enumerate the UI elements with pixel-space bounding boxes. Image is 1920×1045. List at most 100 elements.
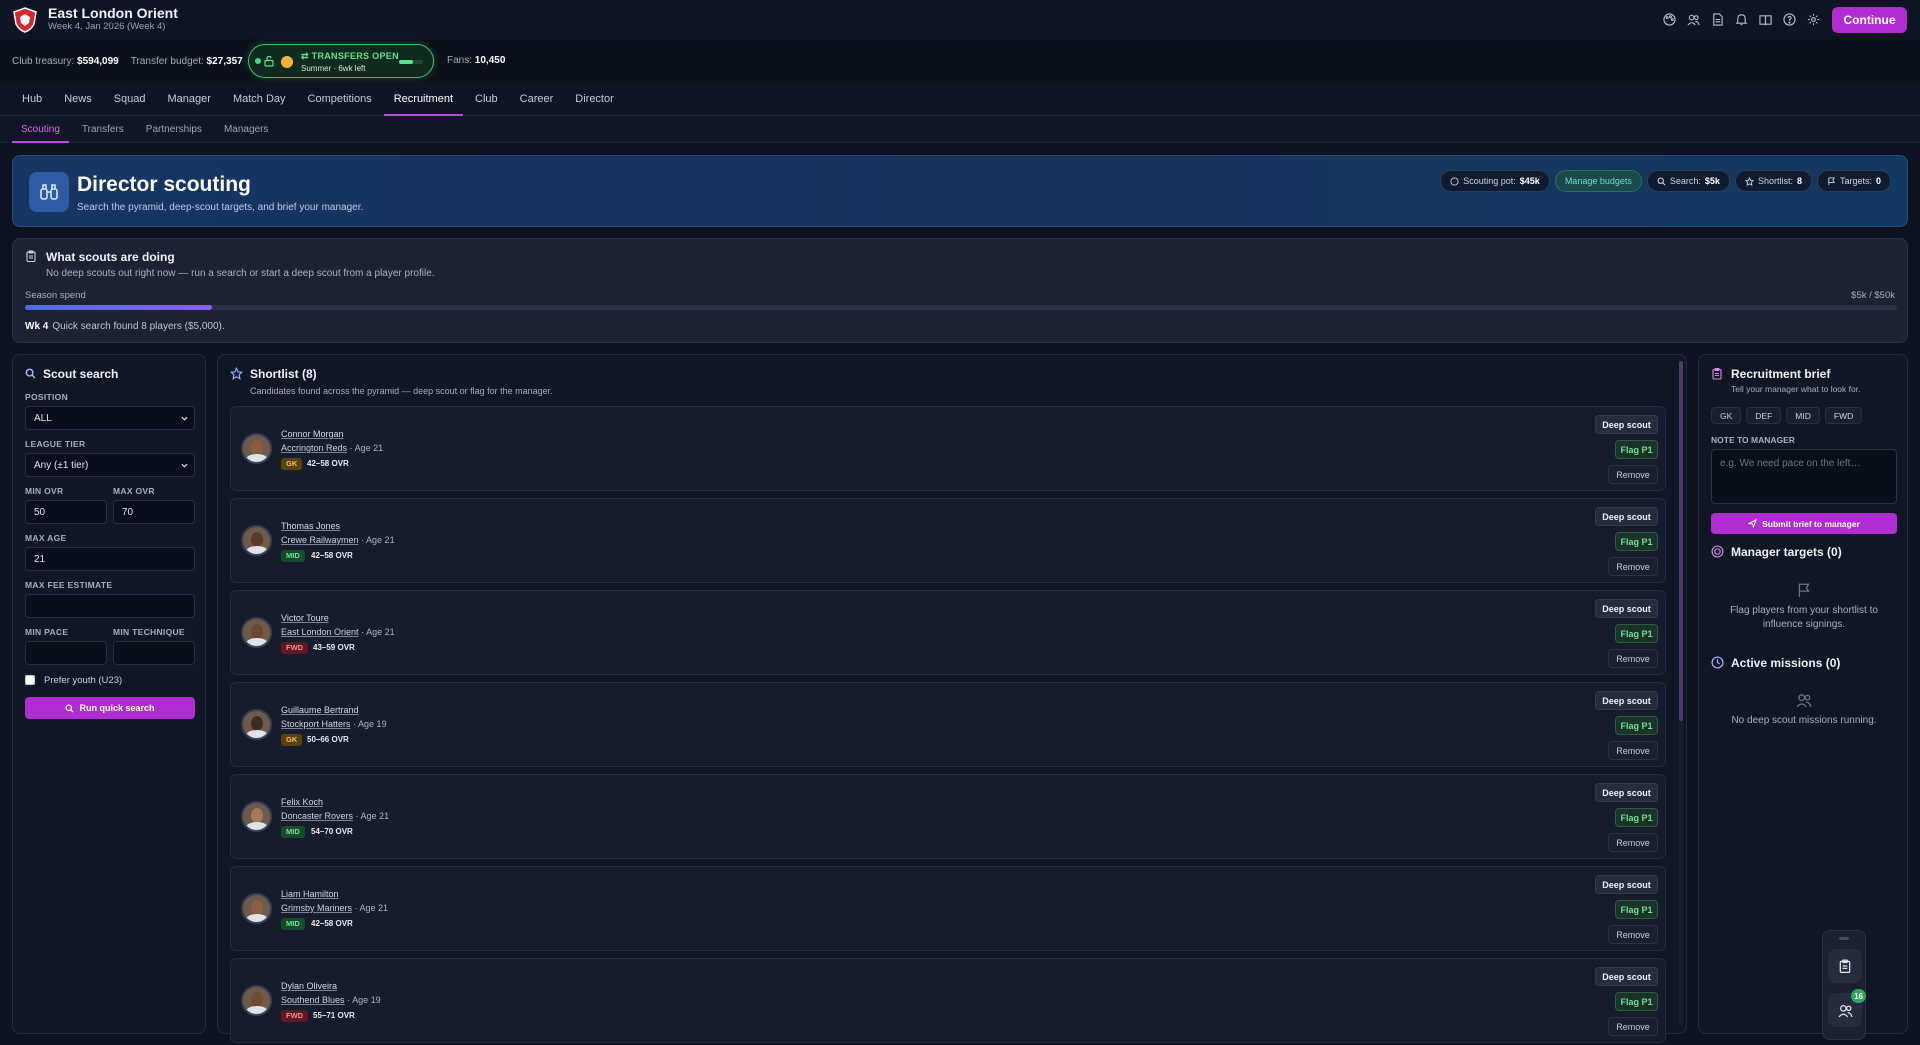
nav-item-hub[interactable]: Hub (12, 83, 52, 116)
run-quick-search-button[interactable]: Run quick search (25, 697, 195, 719)
remove-button[interactable]: Remove (1608, 741, 1658, 760)
max-age-input[interactable]: 21 (25, 547, 195, 571)
player-club-link[interactable]: Crewe Railwaymen (281, 535, 359, 545)
deep-scout-button[interactable]: Deep scout (1595, 875, 1658, 894)
min-ovr-input[interactable]: 50 (25, 500, 107, 524)
note-to-manager-input[interactable]: e.g. We need pace on the left… (1711, 449, 1897, 504)
nav-item-match-day[interactable]: Match Day (223, 83, 296, 116)
player-name-link[interactable]: Liam Hamilton (281, 889, 339, 899)
min-pace-input[interactable] (25, 641, 107, 665)
player-avatar[interactable] (241, 893, 272, 924)
max-fee-input[interactable] (25, 594, 195, 618)
scrollbar-thumb[interactable] (1679, 361, 1683, 721)
player-avatar[interactable] (241, 525, 272, 556)
treasury-label: Club treasury: (12, 55, 75, 67)
shortlist-scrollbar[interactable] (1679, 361, 1683, 1025)
submit-brief-button[interactable]: Submit brief to manager (1711, 513, 1897, 534)
nav-item-competitions[interactable]: Competitions (298, 83, 382, 116)
brief-position-gk[interactable]: GK (1711, 407, 1742, 424)
player-name-link[interactable]: Dylan Oliveira (281, 981, 337, 991)
player-name-link[interactable]: Thomas Jones (281, 521, 340, 531)
page-subtitle: Search the pyramid, deep-scout targets, … (77, 202, 364, 213)
shortlist-count-pill: Shortlist: 8 (1734, 170, 1812, 192)
nav-item-career[interactable]: Career (510, 83, 564, 116)
continue-button[interactable]: Continue (1832, 7, 1907, 33)
manage-budgets-button[interactable]: Manage budgets (1554, 170, 1642, 192)
position-select[interactable]: ALL (25, 406, 195, 430)
bell-icon[interactable] (1732, 10, 1750, 28)
league-tier-select[interactable]: Any (±1 tier) (25, 453, 195, 477)
flag-p1-button[interactable]: Flag P1 (1615, 532, 1658, 551)
flag-p1-button[interactable]: Flag P1 (1615, 808, 1658, 827)
min-technique-input[interactable] (113, 641, 195, 665)
remove-button[interactable]: Remove (1608, 649, 1658, 668)
player-club-link[interactable]: Stockport Hatters (281, 719, 351, 729)
nav-item-club[interactable]: Club (465, 83, 508, 116)
deep-scout-button[interactable]: Deep scout (1595, 507, 1658, 526)
player-card: Connor Morgan Accrington Reds · Age 21 GK 4… (230, 406, 1666, 491)
player-avatar[interactable] (241, 801, 272, 832)
nav-item-news[interactable]: News (54, 83, 102, 116)
remove-button[interactable]: Remove (1608, 465, 1658, 484)
avatar-body (245, 730, 269, 738)
player-club-link[interactable]: East London Orient (281, 627, 359, 637)
palette-icon[interactable] (1660, 10, 1678, 28)
player-avatar[interactable] (241, 617, 272, 648)
player-club-link[interactable]: Accrington Reds (281, 443, 347, 453)
drag-handle[interactable] (1839, 937, 1849, 940)
deep-scout-button[interactable]: Deep scout (1595, 415, 1658, 434)
flag-p1-button[interactable]: Flag P1 (1615, 992, 1658, 1011)
clipboard-icon (26, 250, 36, 262)
document-icon[interactable] (1708, 10, 1726, 28)
remove-button[interactable]: Remove (1608, 833, 1658, 852)
brief-position-mid[interactable]: MID (1786, 407, 1820, 424)
nav-item-manager[interactable]: Manager (158, 83, 221, 116)
brief-position-def[interactable]: DEF (1746, 407, 1782, 424)
min-technique-label: MIN TECHNIQUE (113, 627, 185, 637)
player-avatar[interactable] (241, 433, 272, 464)
position-badge: MID (281, 918, 305, 930)
player-club-link[interactable]: Southend Blues (281, 995, 345, 1005)
player-name-link[interactable]: Guillaume Bertrand (281, 705, 359, 715)
clipboard-dock-button[interactable] (1828, 949, 1862, 983)
ovr-range: 42–58 OVR (311, 551, 353, 560)
deep-scout-button[interactable]: Deep scout (1595, 967, 1658, 986)
tab-managers[interactable]: Managers (215, 116, 277, 143)
gear-icon[interactable] (1804, 10, 1822, 28)
tab-transfers[interactable]: Transfers (73, 116, 133, 143)
player-avatar[interactable] (241, 985, 272, 1016)
deep-scout-button[interactable]: Deep scout (1595, 599, 1658, 618)
nav-item-recruitment[interactable]: Recruitment (383, 83, 464, 116)
flag-p1-button[interactable]: Flag P1 (1615, 624, 1658, 643)
player-club-link[interactable]: Doncaster Rovers (281, 811, 353, 821)
brief-position-toggles: GK DEF MID FWD (1711, 407, 1863, 424)
deep-scout-button[interactable]: Deep scout (1595, 691, 1658, 710)
remove-button[interactable]: Remove (1608, 925, 1658, 944)
position-badge: FWD (281, 642, 309, 654)
brief-position-fwd[interactable]: FWD (1824, 407, 1863, 424)
transfers-window-badge[interactable]: ⇄ TRANSFERS OPEN Summer · 6wk left (248, 44, 434, 78)
deep-scout-button[interactable]: Deep scout (1595, 783, 1658, 802)
player-name-link[interactable]: Felix Koch (281, 797, 323, 807)
book-icon[interactable] (1756, 10, 1774, 28)
remove-button[interactable]: Remove (1608, 1017, 1658, 1036)
player-avatar[interactable] (241, 709, 272, 740)
max-ovr-input[interactable]: 70 (113, 500, 195, 524)
people-dock-button[interactable]: 16 (1828, 989, 1866, 1027)
help-icon[interactable] (1780, 10, 1798, 28)
prefer-youth-checkbox[interactable] (25, 675, 35, 685)
search-icon (25, 368, 36, 379)
nav-item-director[interactable]: Director (565, 83, 624, 116)
tab-scouting[interactable]: Scouting (12, 116, 69, 143)
flag-p1-button[interactable]: Flag P1 (1615, 716, 1658, 735)
player-name-link[interactable]: Connor Morgan (281, 429, 344, 439)
player-name-link[interactable]: Victor Toure (281, 613, 329, 623)
flag-p1-button[interactable]: Flag P1 (1615, 440, 1658, 459)
people-icon[interactable] (1684, 10, 1702, 28)
remove-button[interactable]: Remove (1608, 557, 1658, 576)
tab-partnerships[interactable]: Partnerships (137, 116, 211, 143)
player-club-link[interactable]: Grimsby Mariners (281, 903, 352, 913)
nav-item-squad[interactable]: Squad (104, 83, 156, 116)
budget-label: Transfer budget: (130, 55, 204, 67)
flag-p1-button[interactable]: Flag P1 (1615, 900, 1658, 919)
